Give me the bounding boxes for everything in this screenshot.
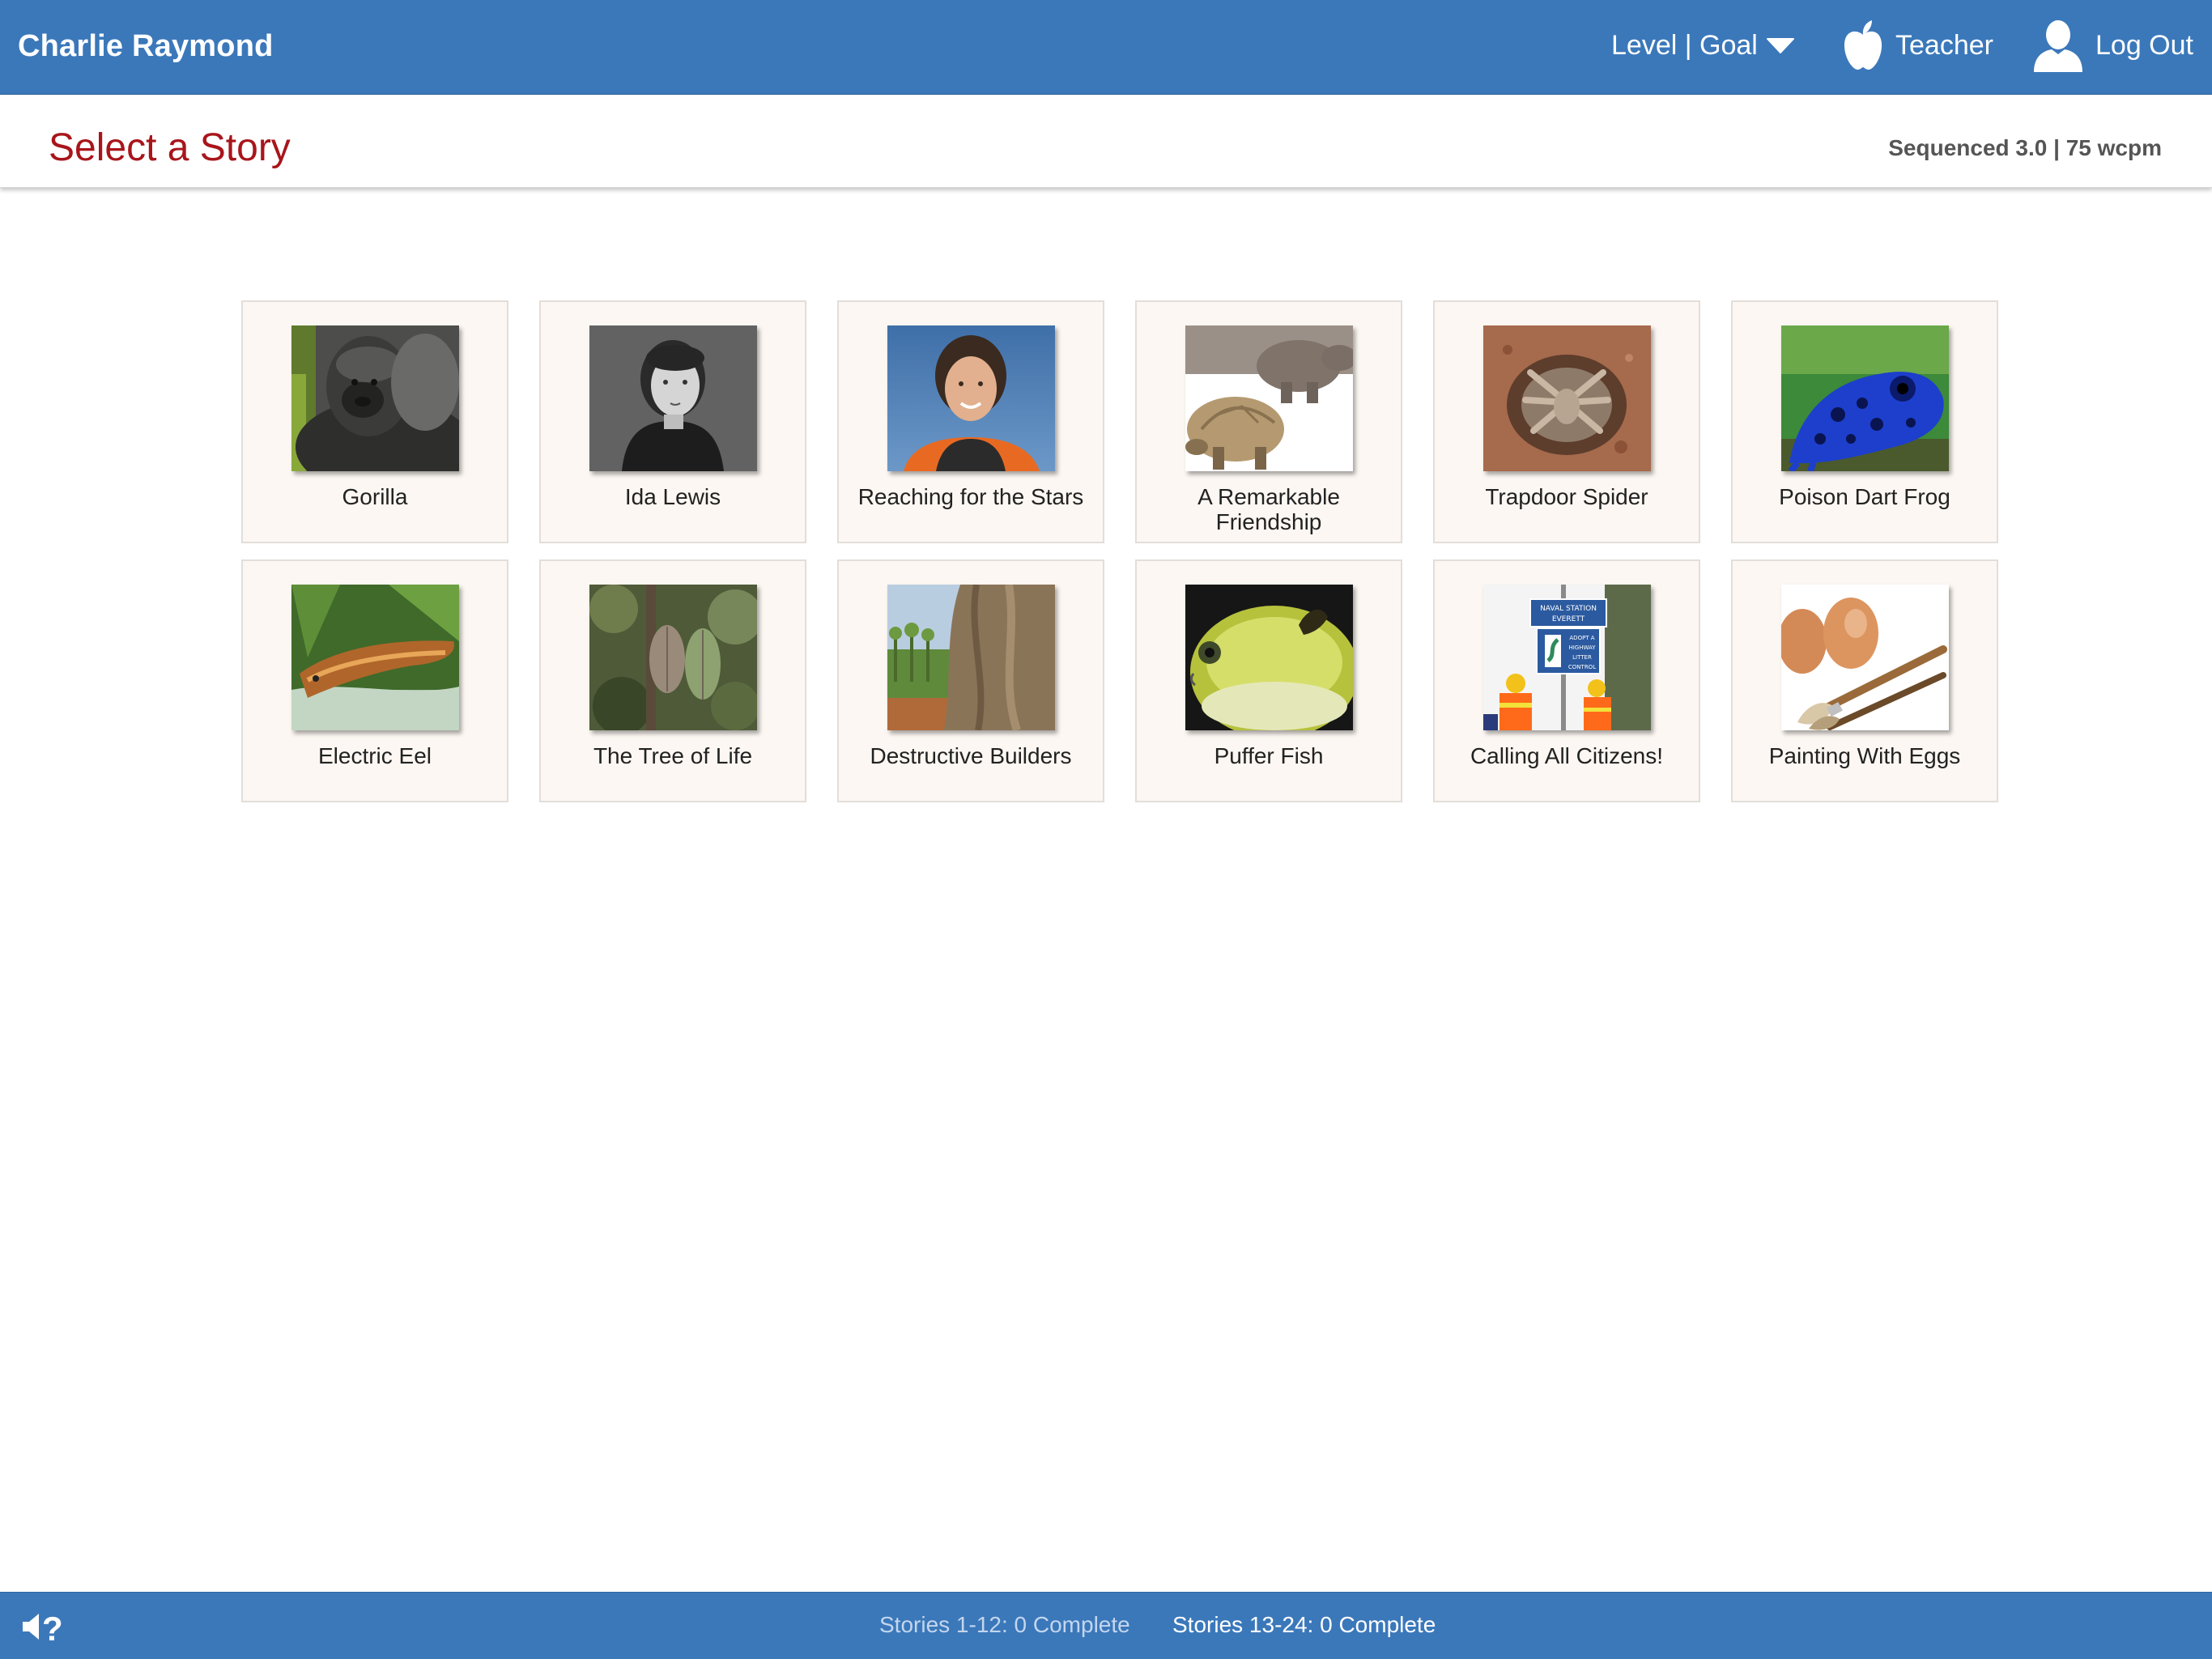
story-title: The Tree of Life: [593, 743, 753, 768]
electric-eel-image: [291, 585, 459, 730]
blue-frog-image: [1780, 325, 1949, 471]
story-grid: Gorilla Ida Lewis Reaching for the Stars…: [241, 300, 1998, 802]
puffer-fish-image: [1185, 585, 1353, 730]
bottom-bar: ? Stories 1-12: 0 Complete Stories 13-24…: [0, 1592, 2212, 1659]
level-info: Sequenced 3.0 | 75 wcpm: [1888, 135, 2162, 160]
astronaut-portrait-image: [887, 325, 1055, 471]
progress-stories-1-12[interactable]: Stories 1-12: 0 Complete: [879, 1612, 1130, 1638]
trapdoor-spider-image: [1482, 325, 1651, 471]
page-title: Select a Story: [49, 126, 291, 169]
sign-line-1: NAVAL STATION: [1540, 605, 1597, 613]
teacher-label: Teacher: [1895, 29, 1993, 61]
audio-help-button[interactable]: ?: [21, 1610, 71, 1648]
story-card-puffer-fish[interactable]: Puffer Fish: [1135, 559, 1402, 802]
logout-button[interactable]: Log Out: [2031, 20, 2193, 72]
story-card-calling-all-citizens[interactable]: NAVAL STATION EVERETT ADOPT A HIGHWAY LI…: [1433, 559, 1700, 802]
story-card-destructive-builders[interactable]: Destructive Builders: [837, 559, 1104, 802]
audio-help-icon: ?: [23, 1610, 63, 1648]
story-card-the-tree-of-life[interactable]: The Tree of Life: [539, 559, 806, 802]
story-title: Calling All Citizens!: [1470, 743, 1664, 768]
story-title: Gorilla: [342, 484, 408, 509]
logout-label: Log Out: [2095, 29, 2193, 61]
story-title: Reaching for the Stars: [857, 484, 1084, 509]
sign-line-3: ADOPT A: [1569, 635, 1594, 641]
story-title: Trapdoor Spider: [1485, 484, 1648, 509]
story-title: Painting With Eggs: [1768, 743, 1961, 768]
sign-line-5: LITTER: [1572, 654, 1592, 661]
apple-icon: [1844, 20, 1882, 70]
story-card-trapdoor-spider[interactable]: Trapdoor Spider: [1433, 300, 1700, 543]
story-card-a-remarkable-friendship[interactable]: A Remarkable Friendship: [1135, 300, 1402, 543]
level-goal-menu[interactable]: Level | Goal: [1611, 24, 1795, 66]
story-title: Poison Dart Frog: [1779, 484, 1950, 509]
top-bar: Charlie Raymond Level | Goal Teacher Log…: [0, 0, 2212, 95]
sign-line-4: HIGHWAY: [1568, 644, 1596, 651]
page-header: Select a Story Sequenced 3.0 | 75 wcpm: [0, 95, 2212, 188]
ida-lewis-portrait-image: [589, 325, 757, 471]
teacher-button[interactable]: Teacher: [1842, 20, 1993, 70]
hippo-and-tortoise-image: [1185, 325, 1353, 471]
sign-line-2: EVERETT: [1551, 615, 1585, 623]
gorilla-image: [291, 325, 459, 471]
chevron-down-icon: [1766, 38, 1794, 53]
sign-line-6: CONTROL: [1568, 664, 1595, 670]
termite-mound-image: [887, 585, 1055, 730]
eggs-and-brushes-image: [1780, 585, 1949, 730]
story-card-gorilla[interactable]: Gorilla: [241, 300, 508, 543]
story-title: Ida Lewis: [624, 484, 721, 509]
story-title: Puffer Fish: [1214, 743, 1324, 768]
story-title: Electric Eel: [317, 743, 432, 768]
user-name: Charlie Raymond: [18, 29, 274, 63]
svg-text:?: ?: [42, 1610, 63, 1643]
level-goal-label: Level | Goal: [1611, 29, 1758, 61]
story-card-electric-eel[interactable]: Electric Eel: [241, 559, 508, 802]
user-icon: [2034, 20, 2082, 72]
story-card-painting-with-eggs[interactable]: Painting With Eggs: [1731, 559, 1998, 802]
story-title: A Remarkable Friendship: [1197, 484, 1340, 534]
story-card-poison-dart-frog[interactable]: Poison Dart Frog: [1731, 300, 1998, 543]
story-card-ida-lewis[interactable]: Ida Lewis: [539, 300, 806, 543]
cacao-tree-image: [589, 585, 757, 730]
story-card-reaching-for-the-stars[interactable]: Reaching for the Stars: [837, 300, 1104, 543]
progress-stories-13-24[interactable]: Stories 13-24: 0 Complete: [1172, 1612, 1436, 1638]
story-title: Destructive Builders: [870, 743, 1072, 768]
highway-cleanup-image: NAVAL STATION EVERETT ADOPT A HIGHWAY LI…: [1482, 585, 1651, 730]
